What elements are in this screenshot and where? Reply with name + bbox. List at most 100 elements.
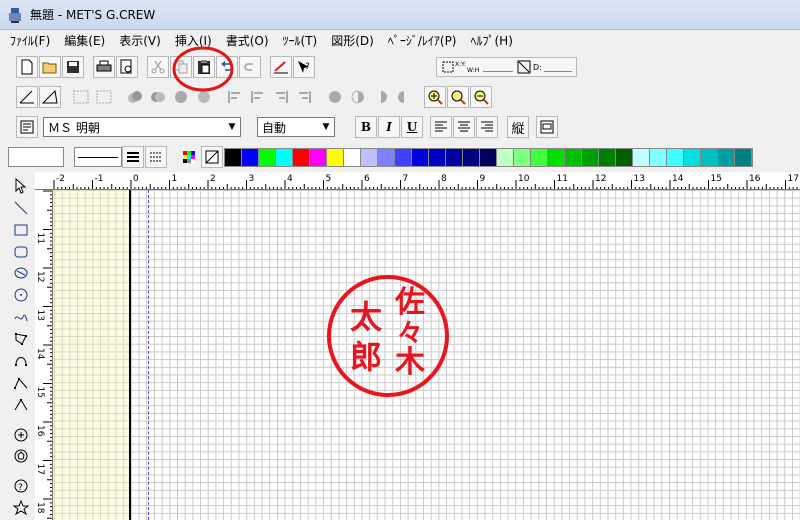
text-box-button[interactable]: [16, 116, 38, 138]
bezier-tool[interactable]: [11, 395, 31, 415]
align-right-obj-button[interactable]: [270, 86, 292, 108]
color-swatch[interactable]: [344, 148, 361, 166]
color-swatch[interactable]: [225, 148, 242, 166]
print-preview-button[interactable]: [116, 56, 138, 78]
color-swatch[interactable]: [633, 148, 650, 166]
new-file-button[interactable]: [16, 56, 38, 78]
bring-front-button[interactable]: [124, 86, 146, 108]
rectangle-tool[interactable]: [11, 220, 31, 240]
color-swatch[interactable]: [276, 148, 293, 166]
text-align-left-button[interactable]: [430, 116, 452, 138]
polyline-tool[interactable]: [11, 373, 31, 393]
curve-tool[interactable]: [11, 351, 31, 371]
shape-right-half-button[interactable]: [370, 86, 392, 108]
star-tool[interactable]: [11, 498, 31, 518]
menu-help[interactable]: ﾍﾙﾌﾟ(H): [471, 32, 513, 49]
line-color-box[interactable]: [8, 147, 64, 167]
menu-file[interactable]: ﾌｧｲﾙ(F): [10, 32, 50, 49]
color-swatch[interactable]: [616, 148, 633, 166]
color-swatch[interactable]: [446, 148, 463, 166]
color-swatch[interactable]: [463, 148, 480, 166]
color-swatch[interactable]: [718, 148, 735, 166]
polygon-tool[interactable]: [11, 329, 31, 349]
no-color-button[interactable]: [201, 146, 223, 168]
text-align-right-button[interactable]: [476, 116, 498, 138]
bold-button[interactable]: B: [355, 116, 377, 138]
color-swatch[interactable]: [565, 148, 582, 166]
vertical-text-button[interactable]: 縦: [507, 116, 529, 138]
folder-open-icon: [42, 62, 57, 74]
line-icon: [14, 201, 28, 215]
color-swatch[interactable]: [259, 148, 276, 166]
color-swatch[interactable]: [701, 148, 718, 166]
line-width-button[interactable]: [122, 146, 144, 168]
color-swatch[interactable]: [429, 148, 446, 166]
redo-button[interactable]: [239, 56, 261, 78]
text-align-center-button[interactable]: [453, 116, 475, 138]
menu-tools[interactable]: ﾂｰﾙ(T): [283, 32, 318, 49]
circle-tool[interactable]: [11, 285, 31, 305]
menu-edit[interactable]: 編集(E): [64, 32, 105, 49]
color-swatch[interactable]: [497, 148, 514, 166]
color-swatch[interactable]: [599, 148, 616, 166]
shape-half-button[interactable]: [347, 86, 369, 108]
italic-button[interactable]: I: [378, 116, 400, 138]
cut-button[interactable]: [147, 56, 169, 78]
color-swatch[interactable]: [327, 148, 344, 166]
zoom-out-button[interactable]: [470, 86, 492, 108]
zoom-in-button[interactable]: [424, 86, 446, 108]
rounded-rect-tool[interactable]: [11, 242, 31, 262]
draw-tool-button[interactable]: [270, 56, 292, 78]
context-help-button[interactable]: ?: [293, 56, 315, 78]
color-swatch[interactable]: [242, 148, 259, 166]
color-swatch[interactable]: [548, 148, 565, 166]
menu-shapes[interactable]: 図形(D): [331, 32, 374, 49]
line-style-box[interactable]: [74, 147, 122, 167]
hexagon-tool[interactable]: [11, 425, 31, 445]
group-button[interactable]: [70, 86, 92, 108]
color-picker-button[interactable]: [178, 146, 200, 168]
color-swatch[interactable]: [310, 148, 327, 166]
underline-button[interactable]: U: [401, 116, 423, 138]
line-dash-button[interactable]: [145, 146, 167, 168]
color-swatch[interactable]: [412, 148, 429, 166]
pentagon-tool[interactable]: [11, 446, 31, 466]
color-swatch[interactable]: [395, 148, 412, 166]
color-swatch[interactable]: [480, 148, 497, 166]
align-right2-obj-button[interactable]: [293, 86, 315, 108]
open-file-button[interactable]: [39, 56, 61, 78]
ellipse-tool[interactable]: [11, 264, 31, 284]
line-tool[interactable]: [11, 198, 31, 218]
print-button[interactable]: [93, 56, 115, 78]
color-swatch[interactable]: [684, 148, 701, 166]
font-size-select[interactable]: 自動 ▼: [257, 117, 335, 137]
zoom-actual-button[interactable]: [447, 86, 469, 108]
freehand-tool[interactable]: [11, 307, 31, 327]
color-swatch[interactable]: [361, 148, 378, 166]
color-swatch[interactable]: [582, 148, 599, 166]
menu-page-layer[interactable]: ﾍﾟｰｼﾞ/ﾚｲｱ(P): [388, 32, 457, 49]
shape-circle-button[interactable]: [324, 86, 346, 108]
send-back-button[interactable]: [147, 86, 169, 108]
zoom-in-icon: [428, 90, 443, 105]
angle-alt-button[interactable]: [39, 86, 61, 108]
ungroup-button[interactable]: [93, 86, 115, 108]
save-button[interactable]: [62, 56, 84, 78]
color-swatch[interactable]: [514, 148, 531, 166]
color-swatch[interactable]: [378, 148, 395, 166]
angle-tool-button[interactable]: [16, 86, 38, 108]
select-tool[interactable]: [11, 176, 31, 196]
color-swatch[interactable]: [531, 148, 548, 166]
color-swatch[interactable]: [667, 148, 684, 166]
color-swatch[interactable]: [735, 148, 752, 166]
font-name-select[interactable]: ＭＳ 明朝 ▼: [43, 117, 241, 137]
text-frame-button[interactable]: [536, 116, 558, 138]
align-right-icon: [276, 91, 288, 103]
shape-left-half-button[interactable]: [393, 86, 415, 108]
hanko-seal[interactable]: 佐 々 木 太 郎: [324, 272, 452, 400]
help-shape-tool[interactable]: ?: [11, 476, 31, 496]
align-left2-obj-button[interactable]: [247, 86, 269, 108]
color-swatch[interactable]: [650, 148, 667, 166]
color-swatch[interactable]: [293, 148, 310, 166]
menu-view[interactable]: 表示(V): [119, 32, 161, 49]
